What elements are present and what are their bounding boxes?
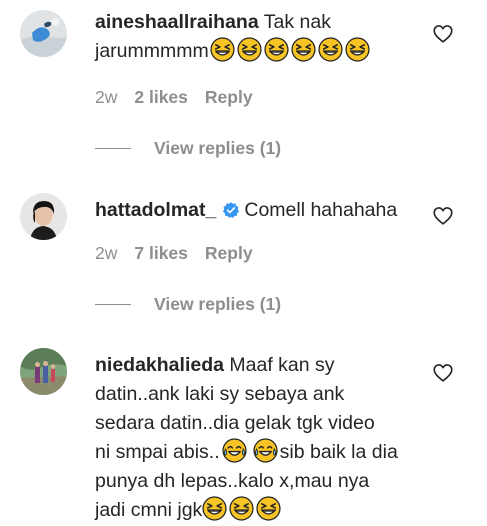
grinning-squinting-face-icon	[291, 37, 316, 62]
comment-body-cont: jarummmmm	[95, 40, 209, 62]
comment-body-cont: datin..ank laki sy sebaya ank	[95, 383, 345, 405]
grinning-squinting-face-icon	[318, 37, 343, 62]
comment-body-cont: ni smpai abis..	[95, 441, 220, 463]
comment-body: Tak nak	[263, 11, 331, 33]
comment-text: aineshaallraihana Tak nak jarummmmm	[95, 8, 415, 66]
view-replies-label: View replies (1)	[154, 138, 282, 158]
comment-body-cont: punya dh lepas..kalo x,mau nya	[95, 470, 370, 492]
comment-body-cont: sib baik la dia	[279, 441, 398, 463]
comment-username[interactable]: hattadolmat_	[95, 199, 216, 221]
grinning-squinting-face-icon	[237, 37, 262, 62]
face-with-tears-of-joy-icon	[222, 438, 247, 463]
reply-button[interactable]: Reply	[205, 243, 253, 264]
reply-button[interactable]: Reply	[205, 87, 253, 108]
like-heart-icon[interactable]	[432, 23, 454, 45]
comment-body-cont: jadi cmni jgk	[95, 499, 203, 521]
grinning-squinting-face-icon	[264, 37, 289, 62]
grinning-squinting-face-icon	[202, 496, 227, 521]
likes-count[interactable]: 7 likes	[134, 243, 188, 264]
like-heart-icon[interactable]	[432, 205, 454, 227]
comment-username[interactable]: aineshaallraihana	[95, 11, 259, 33]
comment-meta: 2w 2 likes Reply	[95, 87, 253, 108]
grinning-squinting-face-icon	[210, 37, 235, 62]
comment-age: 2w	[95, 243, 118, 263]
divider-line	[95, 304, 131, 305]
comment-meta: 2w 7 likes Reply	[95, 243, 253, 264]
like-heart-icon[interactable]	[432, 362, 454, 384]
comment-text: niedakhalieda Maaf kan sy datin..ank lak…	[95, 351, 425, 525]
likes-count[interactable]: 2 likes	[134, 87, 188, 108]
comment-age: 2w	[95, 87, 118, 107]
grinning-squinting-face-icon	[229, 496, 254, 521]
grinning-squinting-face-icon	[256, 496, 281, 521]
avatar[interactable]	[20, 10, 67, 57]
comment-username[interactable]: niedakhalieda	[95, 354, 224, 376]
grinning-squinting-face-icon	[345, 37, 370, 62]
view-replies-button[interactable]: View replies (1)	[95, 294, 281, 315]
comment-body: Comell hahahaha	[244, 199, 398, 221]
comment-body-cont: sedara datin..dia gelak tgk video	[95, 412, 375, 434]
comment-text: hattadolmat_ Comell hahahaha	[95, 196, 415, 225]
view-replies-label: View replies (1)	[154, 294, 282, 314]
face-with-tears-of-joy-icon	[253, 438, 278, 463]
avatar[interactable]	[20, 348, 67, 395]
view-replies-button[interactable]: View replies (1)	[95, 138, 281, 159]
divider-line	[95, 148, 131, 149]
avatar[interactable]	[20, 193, 67, 240]
verified-badge-icon	[223, 202, 240, 219]
comment-body: Maaf kan sy	[229, 354, 335, 376]
